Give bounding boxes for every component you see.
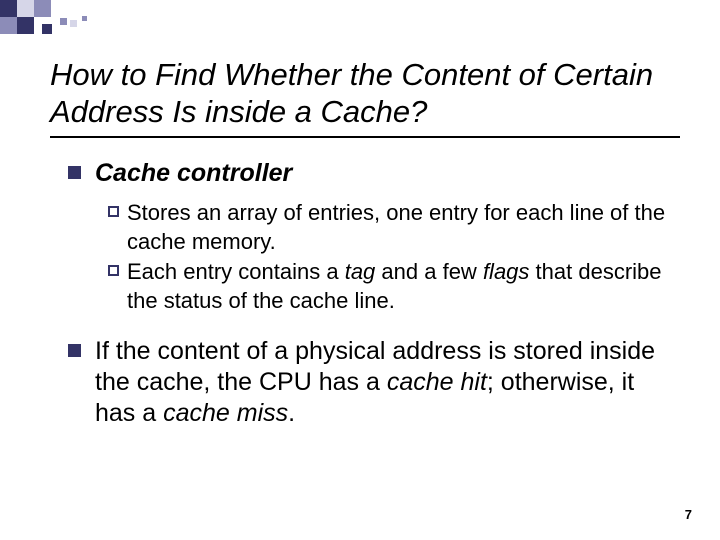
page-number: 7 xyxy=(685,507,692,522)
square-bullet-icon xyxy=(68,166,81,179)
slide-title: How to Find Whether the Content of Certa… xyxy=(50,56,690,130)
text: Stores xyxy=(127,200,191,225)
text: an array of entries, one entry for each … xyxy=(127,200,665,254)
text-italic: tag xyxy=(345,259,376,284)
bullet-2: If the content of a physical address is … xyxy=(68,336,680,430)
text-italic: flags xyxy=(483,259,529,284)
text: and a few xyxy=(375,259,483,284)
bullet-1-head: Cache controller xyxy=(95,159,292,187)
bullet-1: Cache controller xyxy=(68,158,680,189)
square-bullet-icon xyxy=(68,344,81,357)
text-italic: cache hit xyxy=(387,368,487,396)
text: Each xyxy=(127,259,177,284)
slide-content: Cache controller Stores an array of entr… xyxy=(50,158,680,439)
title-underline xyxy=(50,136,680,138)
hollow-square-bullet-icon xyxy=(108,206,119,217)
text: . xyxy=(288,399,295,427)
hollow-square-bullet-icon xyxy=(108,265,119,276)
text-italic: cache miss xyxy=(163,399,288,427)
bullet-1-sub-1: Stores an array of entries, one entry fo… xyxy=(108,199,680,256)
text: entry contains a xyxy=(177,259,345,284)
bullet-1-sub-2: Each entry contains a tag and a few flag… xyxy=(108,258,680,315)
